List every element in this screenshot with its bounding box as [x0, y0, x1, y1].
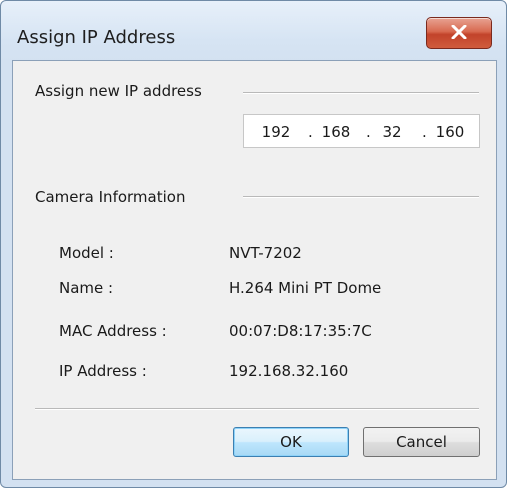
title-bar[interactable]: Assign IP Address: [1, 1, 506, 53]
ok-button[interactable]: OK: [233, 427, 349, 457]
close-button[interactable]: [426, 17, 492, 49]
assign-ip-dialog: Assign IP Address Assign new IP address …: [0, 0, 507, 488]
ip-dot-1: .: [308, 123, 313, 141]
model-label: Model :: [59, 244, 114, 262]
ip-octet-3[interactable]: 32: [372, 123, 412, 141]
ip-octet-4[interactable]: 160: [430, 123, 470, 141]
mac-address-value: 00:07:D8:17:35:7C: [229, 322, 372, 340]
ip-dot-3: .: [422, 123, 427, 141]
ip-address-label: IP Address :: [59, 362, 147, 380]
mac-address-label: MAC Address :: [59, 322, 167, 340]
camera-info-section-label: Camera Information: [35, 188, 186, 206]
ip-address-input[interactable]: 192 . 168 . 32 . 160: [243, 114, 480, 148]
buttons-divider: [35, 408, 479, 410]
ip-dot-2: .: [366, 123, 371, 141]
window-title: Assign IP Address: [17, 27, 176, 48]
cancel-button[interactable]: Cancel: [363, 427, 480, 457]
camera-info-divider: [243, 196, 479, 198]
name-value: H.264 Mini PT Dome: [229, 279, 382, 297]
ip-octet-2[interactable]: 168: [316, 123, 356, 141]
model-value: NVT-7202: [229, 244, 302, 262]
name-label: Name :: [59, 279, 114, 297]
ip-address-value: 192.168.32.160: [229, 362, 349, 380]
ip-octet-1[interactable]: 192: [256, 123, 296, 141]
assign-ip-section-label: Assign new IP address: [35, 82, 202, 100]
dialog-content: Assign new IP address 192 . 168 . 32 . 1…: [12, 60, 497, 480]
assign-ip-divider: [243, 92, 479, 94]
close-icon: [451, 25, 467, 39]
